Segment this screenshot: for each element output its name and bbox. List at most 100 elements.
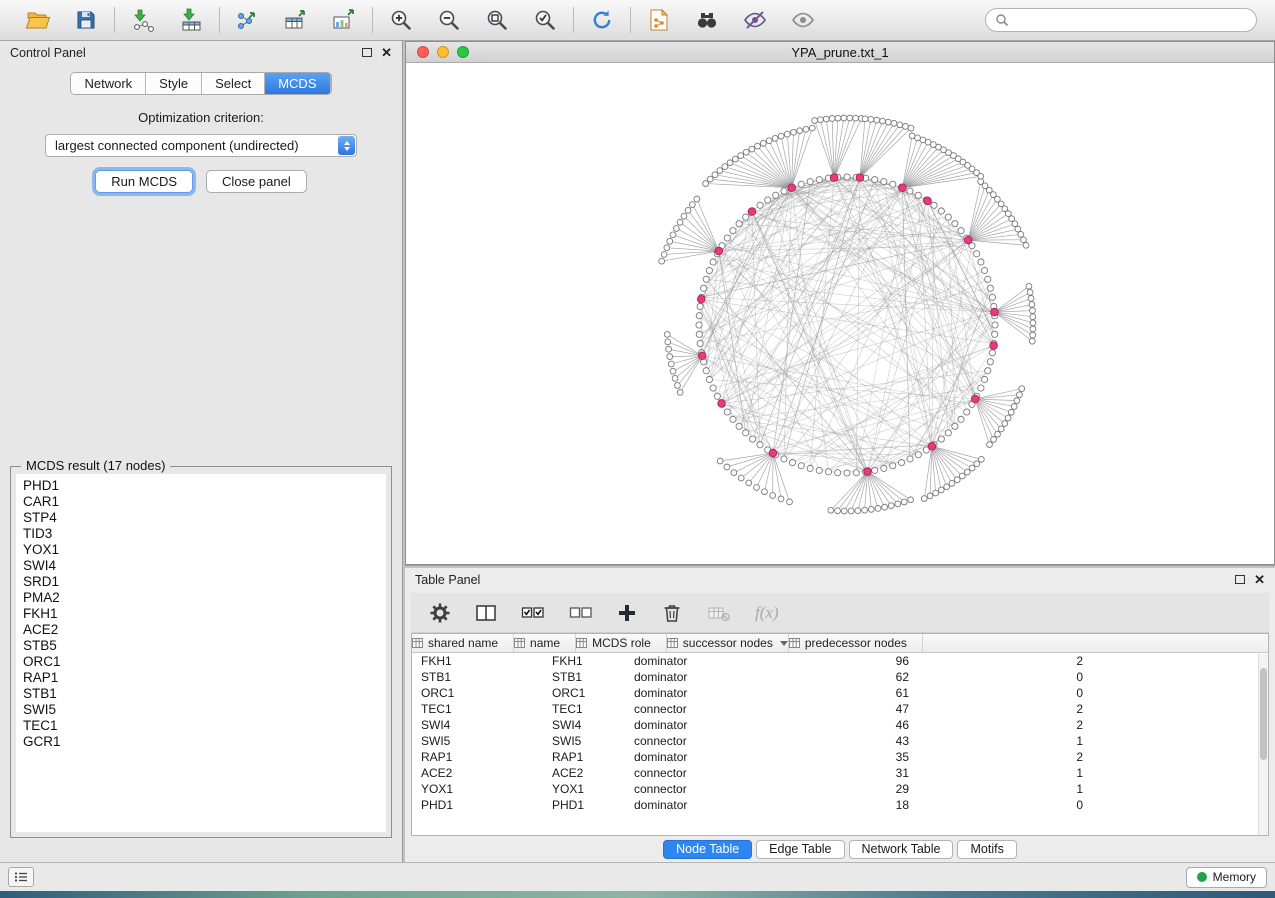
export-table-button[interactable] <box>280 4 312 36</box>
search-network-button[interactable] <box>691 4 723 36</box>
cell-mcds-role[interactable]: dominator <box>625 670 774 684</box>
mcds-result-item[interactable]: TEC1 <box>23 718 386 734</box>
cell-successor-nodes[interactable]: 46 <box>774 718 922 732</box>
mcds-result-item[interactable]: SRD1 <box>23 574 386 590</box>
minimize-window-icon[interactable] <box>437 46 449 58</box>
scrollbar-thumb[interactable] <box>1260 668 1267 760</box>
cell-predecessor-nodes[interactable]: 2 <box>922 718 1092 732</box>
sort-caret-icon[interactable] <box>780 641 788 646</box>
table-column-header[interactable]: shared name <box>412 634 514 652</box>
mcds-result-item[interactable]: TID3 <box>23 526 386 542</box>
mcds-result-item[interactable]: SWI4 <box>23 558 386 574</box>
search-input[interactable] <box>1014 13 1247 27</box>
network-canvas[interactable] <box>406 63 1274 564</box>
table-row[interactable]: ACE2 ACE2 connector 31 1 <box>412 765 1268 781</box>
cell-shared-name[interactable]: ORC1 <box>412 686 543 700</box>
close-panel-icon[interactable]: ✕ <box>1254 573 1265 586</box>
cell-successor-nodes[interactable]: 29 <box>774 782 922 796</box>
cell-shared-name[interactable]: STB1 <box>412 670 543 684</box>
cell-mcds-role[interactable]: connector <box>625 766 774 780</box>
cell-name[interactable]: ACE2 <box>543 766 625 780</box>
cell-name[interactable]: FKH1 <box>543 654 625 668</box>
export-network-button[interactable] <box>232 4 264 36</box>
close-window-icon[interactable] <box>417 46 429 58</box>
mcds-result-item[interactable]: ORC1 <box>23 654 386 670</box>
cell-mcds-role[interactable]: dominator <box>625 654 774 668</box>
table-panel-tab[interactable]: Edge Table <box>756 840 844 859</box>
mcds-result-item[interactable]: SWI5 <box>23 702 386 718</box>
mcds-result-item[interactable]: ACE2 <box>23 622 386 638</box>
zoom-selected-button[interactable] <box>529 4 561 36</box>
table-row[interactable]: TEC1 TEC1 connector 47 2 <box>412 701 1268 717</box>
cell-mcds-role[interactable]: dominator <box>625 718 774 732</box>
deselect-all-button[interactable] <box>569 598 593 628</box>
select-all-button[interactable] <box>521 598 545 628</box>
cell-predecessor-nodes[interactable]: 1 <box>922 766 1092 780</box>
table-column-header[interactable]: successor nodes <box>667 634 789 652</box>
import-network-button[interactable] <box>127 4 159 36</box>
mcds-result-item[interactable]: FKH1 <box>23 606 386 622</box>
cell-name[interactable]: STB1 <box>543 670 625 684</box>
cell-predecessor-nodes[interactable]: 0 <box>922 686 1092 700</box>
export-image-button[interactable] <box>328 4 360 36</box>
table-column-header[interactable]: predecessor nodes <box>789 634 923 652</box>
cell-shared-name[interactable]: PHD1 <box>412 798 543 812</box>
cell-predecessor-nodes[interactable]: 2 <box>922 750 1092 764</box>
cell-successor-nodes[interactable]: 35 <box>774 750 922 764</box>
cell-successor-nodes[interactable]: 31 <box>774 766 922 780</box>
mcds-result-item[interactable]: STP4 <box>23 510 386 526</box>
mcds-result-item[interactable]: YOX1 <box>23 542 386 558</box>
cell-shared-name[interactable]: FKH1 <box>412 654 543 668</box>
add-column-button[interactable] <box>617 598 637 628</box>
cell-mcds-role[interactable]: dominator <box>625 750 774 764</box>
table-row[interactable]: FKH1 FKH1 dominator 96 2 <box>412 653 1268 669</box>
save-session-button[interactable] <box>70 4 102 36</box>
cell-successor-nodes[interactable]: 43 <box>774 734 922 748</box>
cell-successor-nodes[interactable]: 62 <box>774 670 922 684</box>
close-panel-button[interactable]: Close panel <box>206 170 307 193</box>
cell-name[interactable]: ORC1 <box>543 686 625 700</box>
close-panel-icon[interactable]: ✕ <box>381 46 392 59</box>
table-panel-tab[interactable]: Motifs <box>957 840 1016 859</box>
run-mcds-button[interactable]: Run MCDS <box>95 170 193 193</box>
search-box[interactable] <box>985 8 1257 32</box>
control-panel-tab[interactable]: Select <box>202 73 265 94</box>
cell-shared-name[interactable]: RAP1 <box>412 750 543 764</box>
mcds-result-item[interactable]: STB5 <box>23 638 386 654</box>
cell-successor-nodes[interactable]: 47 <box>774 702 922 716</box>
zoom-out-button[interactable] <box>433 4 465 36</box>
cell-predecessor-nodes[interactable]: 2 <box>922 654 1092 668</box>
table-body[interactable]: FKH1 FKH1 dominator 96 2 STB1 STB1 domin… <box>412 653 1268 835</box>
cell-mcds-role[interactable]: connector <box>625 734 774 748</box>
control-panel-tab[interactable]: MCDS <box>265 73 330 94</box>
table-row[interactable]: SWI4 SWI4 dominator 46 2 <box>412 717 1268 733</box>
cell-mcds-role[interactable]: connector <box>625 782 774 796</box>
table-row[interactable]: STB1 STB1 dominator 62 0 <box>412 669 1268 685</box>
cell-name[interactable]: SWI5 <box>543 734 625 748</box>
show-columns-button[interactable] <box>475 598 497 628</box>
criterion-select[interactable]: largest connected component (undirected) <box>45 134 357 157</box>
import-table-button[interactable] <box>175 4 207 36</box>
mcds-result-item[interactable]: RAP1 <box>23 670 386 686</box>
table-column-header[interactable]: MCDS role <box>576 634 667 652</box>
share-document-button[interactable] <box>643 4 675 36</box>
cell-name[interactable]: SWI4 <box>543 718 625 732</box>
open-session-button[interactable] <box>22 4 54 36</box>
table-column-header[interactable]: name <box>514 634 576 652</box>
mcds-result-list[interactable]: PHD1CAR1STP4TID3YOX1SWI4SRD1PMA2FKH1ACE2… <box>16 474 386 832</box>
cell-name[interactable]: TEC1 <box>543 702 625 716</box>
cell-name[interactable]: PHD1 <box>543 798 625 812</box>
table-scrollbar[interactable] <box>1258 654 1268 835</box>
cell-mcds-role[interactable]: dominator <box>625 798 774 812</box>
cell-predecessor-nodes[interactable]: 1 <box>922 734 1092 748</box>
cell-shared-name[interactable]: SWI5 <box>412 734 543 748</box>
cell-predecessor-nodes[interactable]: 2 <box>922 702 1092 716</box>
show-elements-button[interactable] <box>787 4 819 36</box>
network-window-titlebar[interactable]: YPA_prune.txt_1 <box>406 42 1274 63</box>
maximize-window-icon[interactable] <box>457 46 469 58</box>
zoom-in-button[interactable] <box>385 4 417 36</box>
cell-shared-name[interactable]: ACE2 <box>412 766 543 780</box>
mcds-result-item[interactable]: STB1 <box>23 686 386 702</box>
table-row[interactable]: ORC1 ORC1 dominator 61 0 <box>412 685 1268 701</box>
cell-predecessor-nodes[interactable]: 0 <box>922 798 1092 812</box>
